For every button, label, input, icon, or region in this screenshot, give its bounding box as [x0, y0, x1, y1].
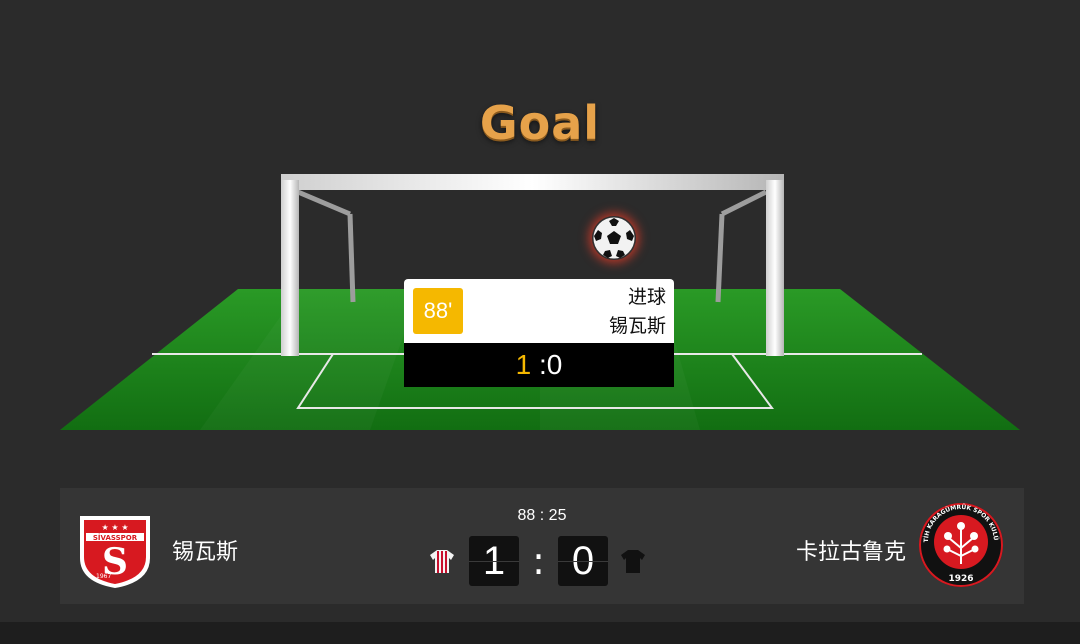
home-team-name: 锡瓦斯 — [172, 540, 239, 565]
away-team-name: 卡拉古鲁克 — [795, 540, 906, 565]
home-score: 1 — [469, 536, 519, 586]
goal-title: Goal — [479, 96, 601, 150]
striped-jersey-icon — [430, 550, 454, 573]
svg-text:1967: 1967 — [96, 573, 111, 580]
pitch-illustration — [60, 174, 1020, 430]
karagumruk-logo: 1926 FATİH KARAGÜMRÜK SPOR KULÜBÜ — [918, 502, 1003, 587]
bottom-bar — [0, 622, 1080, 644]
score-separator: : — [532, 539, 545, 583]
event-type-label: 进球 — [627, 286, 666, 308]
goal-right-post — [766, 180, 784, 356]
event-score-away: 0 — [546, 349, 563, 380]
event-team-label: 锡瓦斯 — [608, 315, 666, 337]
event-card-header: 88' 进球 锡瓦斯 — [404, 279, 674, 343]
event-score-separator: : — [531, 349, 547, 380]
match-clock: 88 : 25 — [517, 507, 567, 524]
away-score: 0 — [558, 536, 608, 586]
event-score-home: 1 — [515, 349, 532, 380]
event-minute-badge: 88' — [413, 288, 463, 334]
goal-animation-stage: Goal 88' 进球 锡瓦斯 1 :0 — [0, 0, 1080, 470]
soccer-ball-icon — [592, 216, 636, 260]
goal-left-post — [281, 180, 299, 356]
svg-text:1926: 1926 — [948, 574, 973, 584]
match-scoreboard: ★ ★ ★ SİVASSPOR S 1967 锡瓦斯 88 : 25 1 : 0… — [60, 488, 1024, 604]
black-jersey-icon — [621, 550, 645, 573]
goal-crossbar — [281, 174, 784, 190]
event-score: 1 :0 — [404, 343, 674, 387]
goal-event-card: 88' 进球 锡瓦斯 1 :0 — [404, 279, 674, 387]
